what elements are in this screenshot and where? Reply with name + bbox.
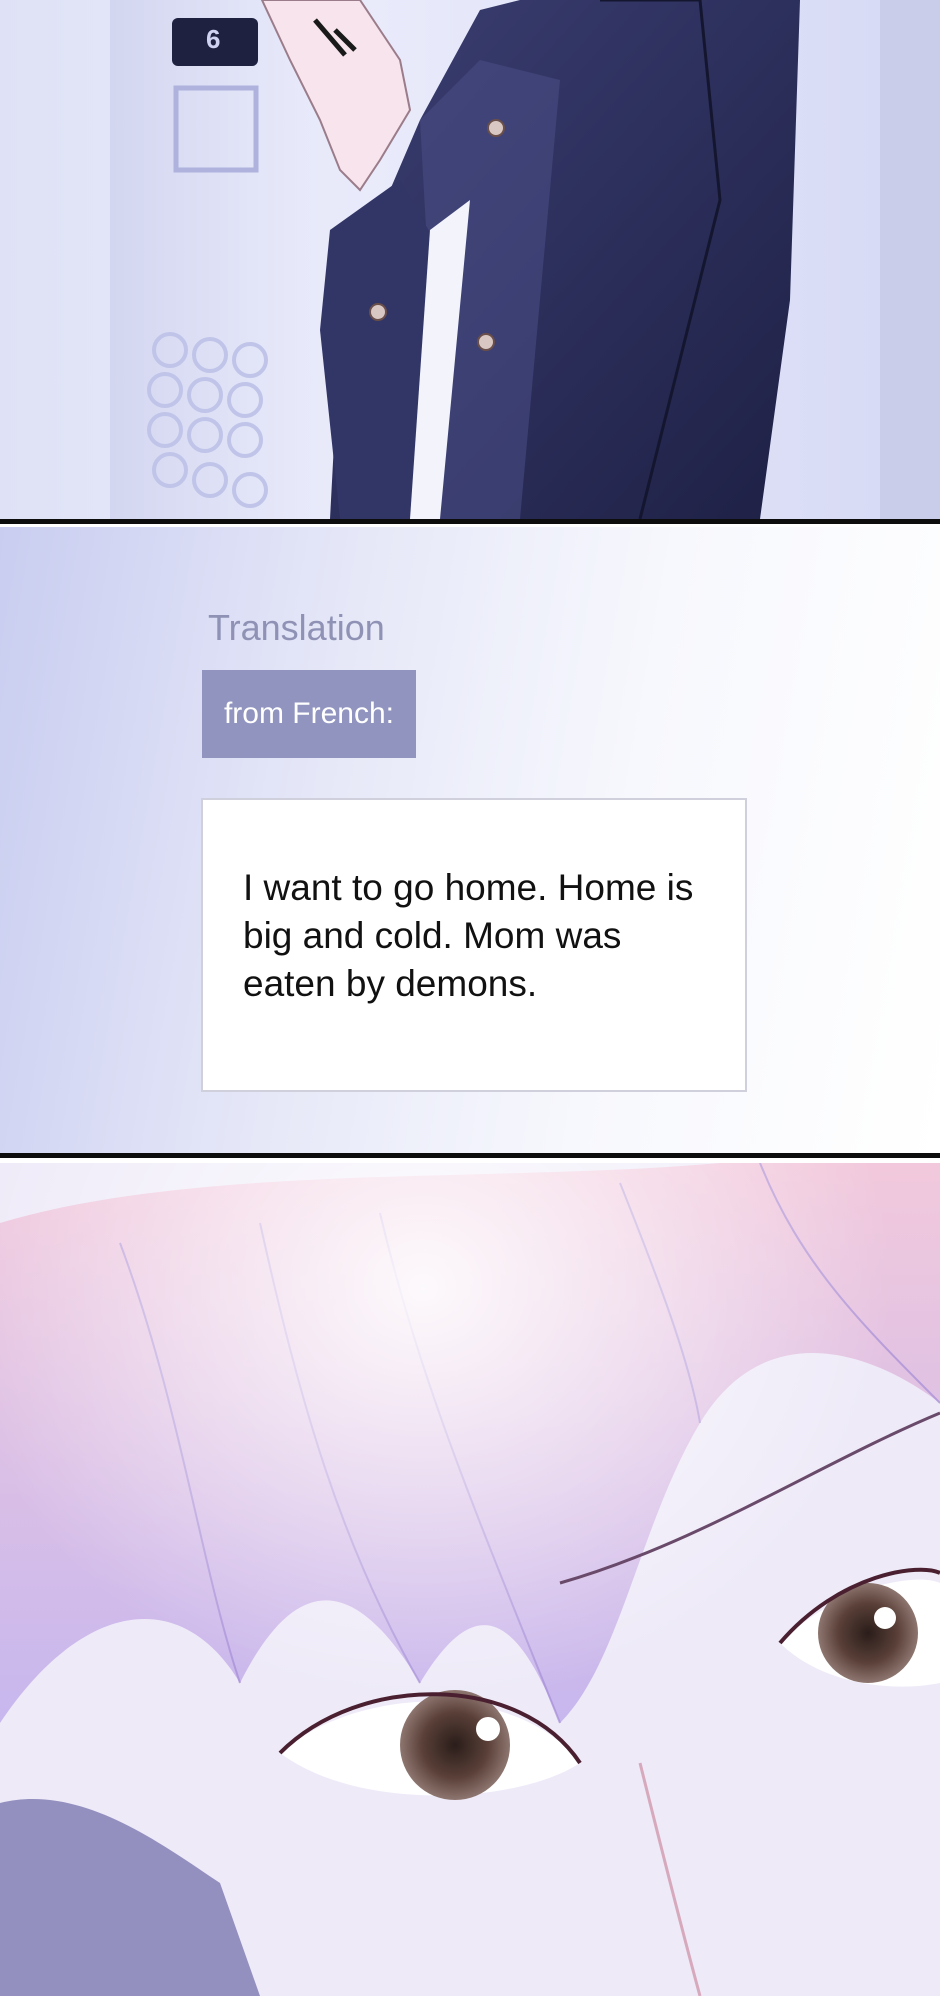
language-tag: from French: [202, 670, 416, 758]
panel-elevator-scene: 6 [0, 0, 940, 519]
coat-button [487, 119, 505, 137]
translation-box: I want to go home. Home is big and cold.… [201, 798, 747, 1092]
panel-eyes-closeup [0, 1163, 940, 1996]
panel-divider [0, 519, 940, 524]
coat-button [369, 303, 387, 321]
language-tag-label: from French: [223, 697, 395, 730]
left-iris [400, 1690, 510, 1800]
elevator-illustration [110, 0, 940, 519]
floor-number: 6 [206, 24, 221, 54]
eyes-illustration [0, 1163, 940, 1996]
elevator-panel [110, 0, 300, 519]
wall-texture [880, 0, 940, 519]
translation-heading: Translation [208, 607, 385, 648]
panel-divider [0, 1153, 940, 1158]
translation-text: I want to go home. Home is big and cold.… [243, 867, 694, 1004]
coat-button [477, 333, 495, 351]
